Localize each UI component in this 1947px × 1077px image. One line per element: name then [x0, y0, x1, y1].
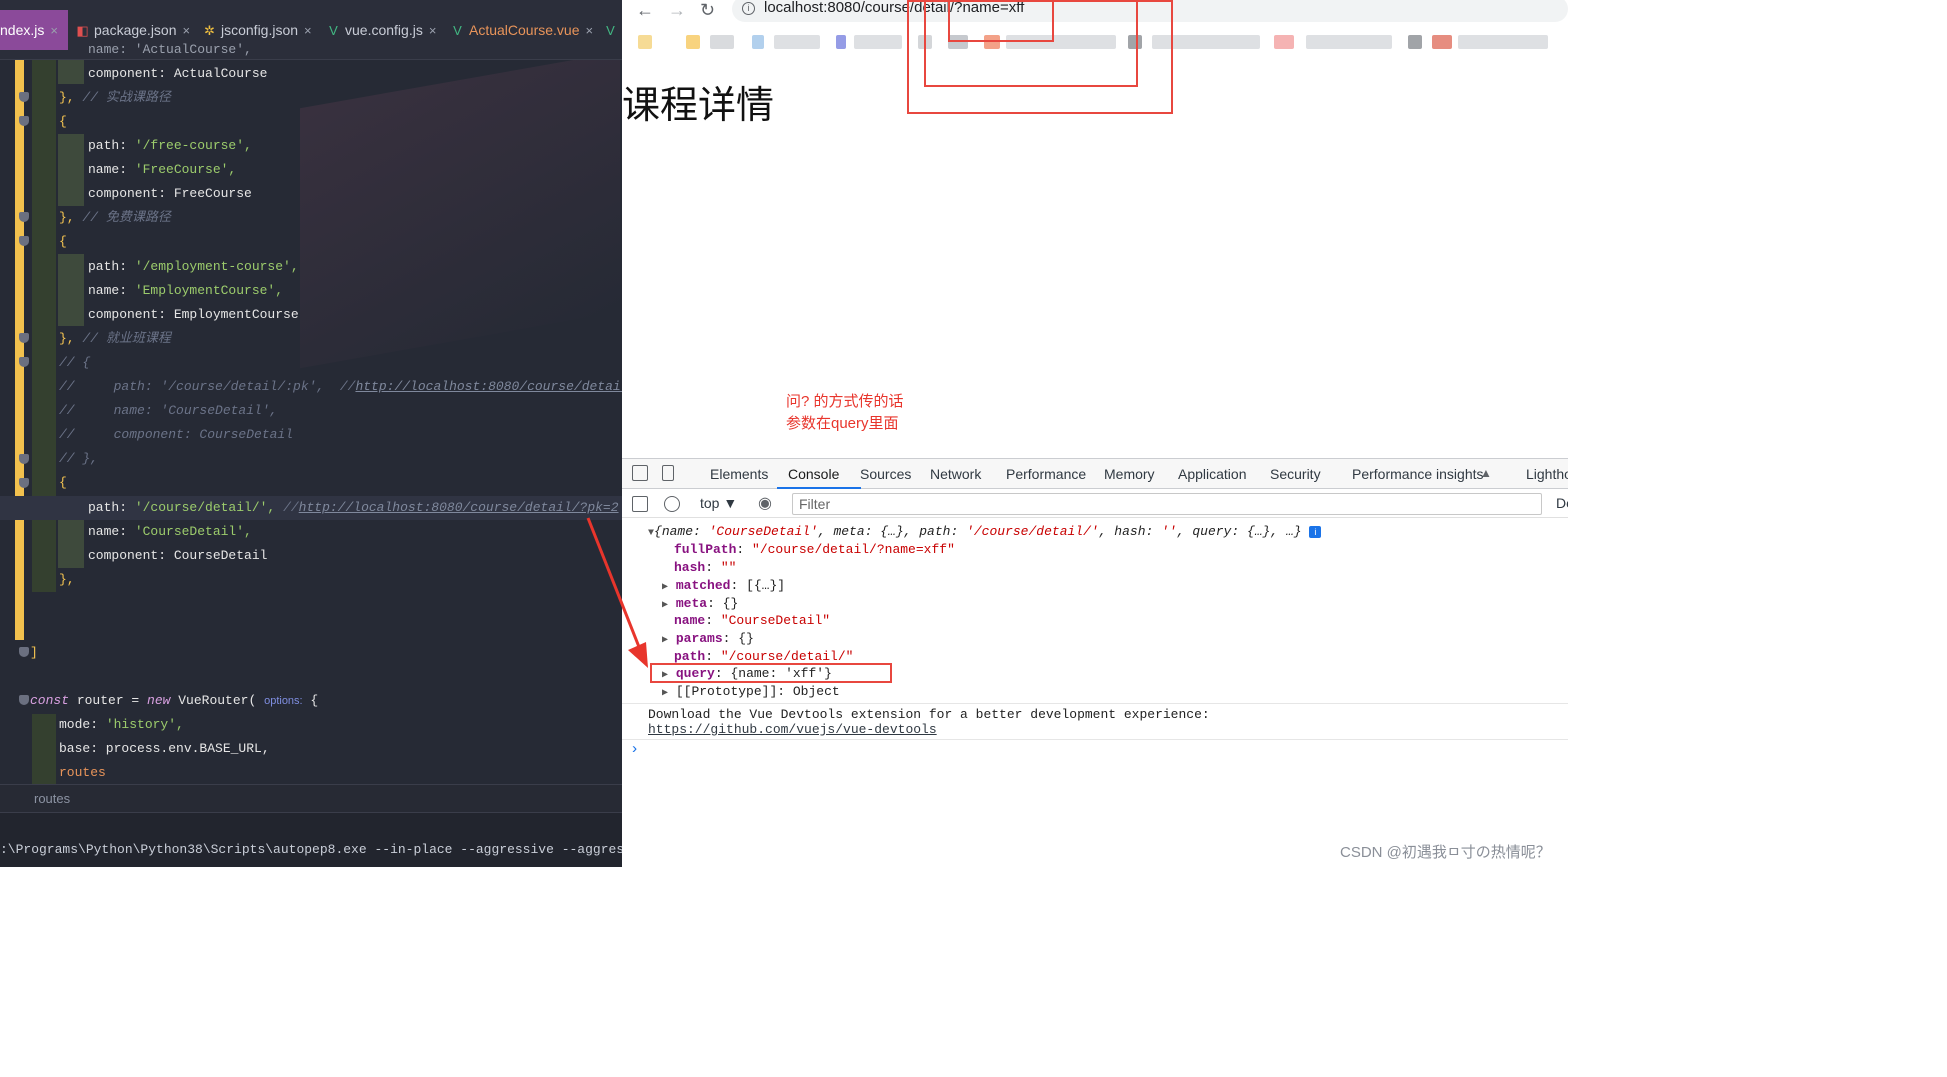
clear-icon[interactable]	[664, 496, 680, 512]
code-line: }, // 免费课路径	[59, 210, 171, 225]
tab-sources[interactable]: Sources	[860, 466, 911, 482]
tab-application[interactable]: Application	[1178, 466, 1247, 482]
code-line: const router = new VueRouter( options: {	[30, 693, 319, 708]
device-icon[interactable]	[662, 465, 674, 481]
annotation-box	[948, 0, 1054, 42]
context-selector[interactable]: top ▼	[700, 495, 737, 511]
filter-input[interactable]: Filter	[792, 493, 1542, 515]
inspect-icon[interactable]	[632, 465, 648, 481]
code-line: // },	[59, 451, 99, 466]
code-line: base: process.env.BASE_URL,	[59, 741, 270, 756]
breadcrumb[interactable]: routes	[0, 784, 622, 812]
bookmark-item[interactable]	[1274, 35, 1294, 49]
code-line: {	[59, 234, 67, 249]
code-line: path: '/free-course',	[88, 138, 252, 153]
prop-row: hash: ""	[674, 560, 737, 575]
flask-icon: ▲	[1480, 466, 1492, 480]
tab-performance[interactable]: Performance	[1006, 466, 1086, 482]
page-title: 课程详情	[622, 85, 775, 127]
bookmark-item[interactable]	[1306, 35, 1392, 49]
expand-triangle-icon[interactable]: ▶	[662, 635, 668, 646]
code-line: ]	[30, 645, 38, 660]
code-line: component: EmploymentCourse	[88, 307, 299, 322]
active-tab-indicator	[777, 487, 861, 489]
code-line: }, // 实战课路径	[59, 90, 171, 105]
code-line: // {	[59, 355, 91, 370]
code-line: path: '/employment-course',	[88, 259, 299, 274]
tab-performance-insights[interactable]: Performance insights	[1352, 466, 1484, 482]
tab-network[interactable]: Network	[930, 466, 981, 482]
reload-icon[interactable]: ↻	[700, 0, 715, 20]
forward-icon[interactable]: →	[668, 0, 686, 20]
tab-console[interactable]: Console	[788, 466, 839, 482]
tab-lighthouse[interactable]: Lighthou	[1526, 466, 1568, 482]
default-levels-dropdown[interactable]: De	[1556, 495, 1568, 511]
terminal-command: :\Programs\Python\Python38\Scripts\autop…	[0, 842, 622, 857]
code-line: },	[59, 572, 75, 587]
devtools-tab-bar: Elements Console Sources Network Perform…	[622, 459, 1568, 489]
parameter-hint: options:	[264, 695, 303, 707]
bookmark-item[interactable]	[752, 35, 764, 49]
console-toolbar: top ▼ ◉ Filter De	[622, 490, 1568, 518]
code-line: mode: 'history',	[59, 717, 184, 732]
prop-row[interactable]: ▶ meta: {}	[662, 595, 738, 613]
code-editor: ndex.js × ◧ package.json × ✲ jsconfig.json × …	[0, 0, 622, 867]
browser-window: ← → ↻ i localhost:8080/course/detail/?na…	[622, 0, 1568, 867]
code-line: name: 'FreeCourse',	[88, 162, 237, 177]
bookmark-item[interactable]	[638, 35, 652, 49]
prop-row: name: "CourseDetail"	[674, 613, 831, 628]
expand-triangle-icon[interactable]: ▶	[662, 582, 668, 593]
tab-memory[interactable]: Memory	[1104, 466, 1155, 482]
code-line: routes	[59, 765, 106, 780]
devtools-link[interactable]: https://github.com/vuejs/vue-devtools	[648, 721, 937, 739]
divider	[622, 739, 1568, 740]
back-icon[interactable]: ←	[636, 0, 654, 20]
code-line: // path: '/course/detail/:pk', //http://…	[59, 379, 622, 394]
bookmark-item[interactable]	[710, 35, 734, 49]
terminal-panel[interactable]: :\Programs\Python\Python38\Scripts\autop…	[0, 812, 622, 867]
tab-security[interactable]: Security	[1270, 466, 1321, 482]
code-line: // name: 'CourseDetail',	[59, 403, 278, 418]
eye-icon[interactable]: ◉	[758, 493, 772, 513]
code-line: component: FreeCourse	[88, 186, 252, 201]
code-line: {	[59, 475, 67, 490]
code-line: {	[59, 114, 67, 129]
prop-row[interactable]: ▶ [[Prototype]]: Object	[662, 683, 840, 701]
code-line: name: 'CourseDetail',	[88, 524, 252, 539]
code-line: name: 'ActualCourse',	[88, 42, 252, 57]
info-icon[interactable]: i	[1309, 526, 1322, 538]
bookmark-item[interactable]	[774, 35, 820, 49]
sidebar-icon[interactable]	[632, 496, 648, 512]
annotation-box	[650, 663, 892, 683]
code-area[interactable]: name: 'ActualCourse', component: ActualC…	[0, 0, 622, 867]
expand-triangle-icon[interactable]: ▶	[662, 600, 668, 611]
bookmark-item[interactable]	[1408, 35, 1422, 49]
divider	[622, 703, 1568, 704]
watermark: CSDN @初遇我ㅁ寸の热情呢？	[1340, 844, 1551, 861]
code-line: component: ActualCourse	[88, 66, 268, 81]
info-icon[interactable]: i	[742, 2, 755, 15]
expand-triangle-icon[interactable]: ▶	[662, 688, 668, 699]
prop-row[interactable]: ▶ params: {}	[662, 630, 754, 648]
annotation-note: 问? 的方式传的话 参数在query里面	[786, 393, 904, 432]
bookmark-item[interactable]	[854, 35, 902, 49]
code-line: path: '/course/detail/', //http://localh…	[88, 500, 619, 515]
log-object-summary[interactable]: ▼{name: 'CourseDetail', meta: {…}, path:…	[648, 523, 1322, 541]
prop-row[interactable]: ▶ matched: [{…}]	[662, 577, 785, 595]
prop-row: fullPath: "/course/detail/?name=xff"	[674, 542, 955, 557]
code-line: component: CourseDetail	[88, 548, 268, 563]
code-line: // component: CourseDetail	[59, 427, 294, 442]
code-line: }, // 就业班课程	[59, 331, 171, 346]
code-line: name: 'EmploymentCourse',	[88, 283, 284, 298]
tab-elements[interactable]: Elements	[710, 466, 768, 482]
bookmark-item[interactable]	[836, 35, 846, 49]
devtools-panel: Elements Console Sources Network Perform…	[622, 458, 1568, 867]
bookmark-item[interactable]	[686, 35, 700, 49]
bookmark-item[interactable]	[1432, 35, 1452, 49]
console-prompt[interactable]: ›	[630, 741, 639, 759]
bookmark-item[interactable]	[1458, 35, 1548, 49]
